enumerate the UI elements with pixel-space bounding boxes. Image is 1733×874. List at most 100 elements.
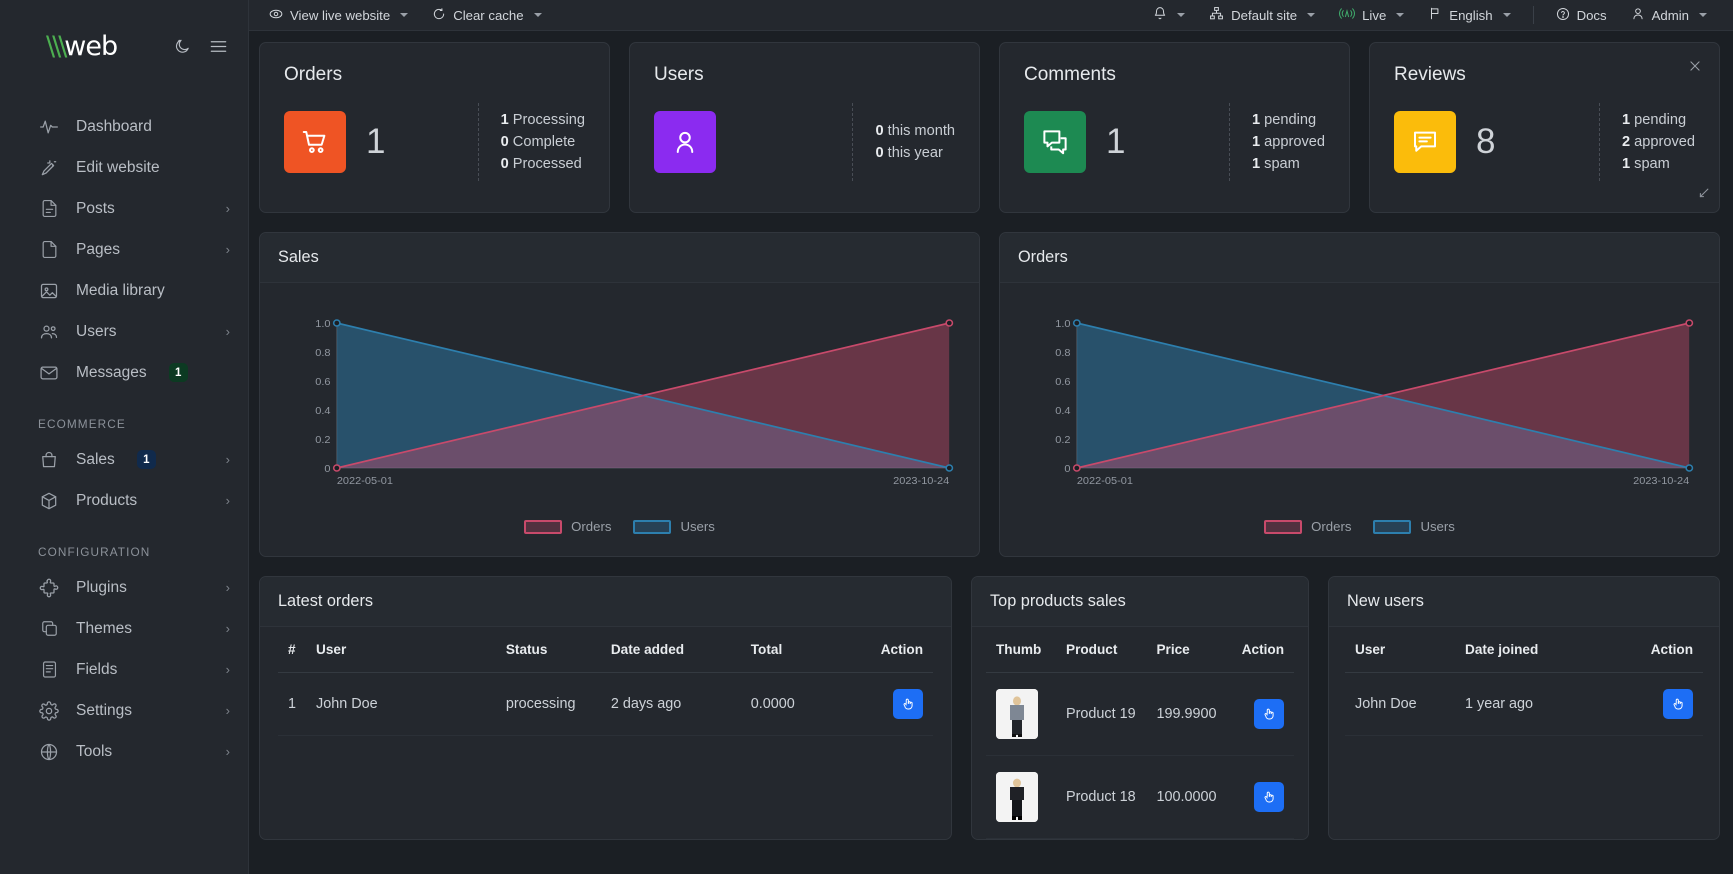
sales-badge: 1 bbox=[136, 450, 156, 469]
stat-card-users[interactable]: Users 0 this month 0 this year bbox=[629, 42, 980, 213]
globe-icon bbox=[38, 741, 60, 763]
col-action: Action bbox=[870, 627, 933, 673]
legend-item-orders[interactable]: Orders bbox=[524, 519, 611, 534]
chart-area-sales[interactable]: 1.0 0.8 0.6 0.4 0.2 0 2022-05-01 2023-10… bbox=[260, 283, 979, 556]
sidebar-item-label: Fields bbox=[76, 660, 118, 678]
table-row[interactable]: Product 18 100.0000 bbox=[986, 755, 1294, 839]
cell-action bbox=[870, 672, 933, 736]
col-num: # bbox=[278, 627, 307, 673]
topbar-label: Admin bbox=[1651, 7, 1689, 23]
close-icon[interactable] bbox=[1688, 59, 1702, 76]
live-status-button[interactable]: Live bbox=[1327, 0, 1416, 31]
app-root: \\\ web Dashboard Edit website Posts › P… bbox=[0, 0, 1733, 874]
view-live-website-button[interactable]: View live website bbox=[257, 0, 420, 31]
user-avatar-icon bbox=[654, 111, 716, 173]
pointer-icon bbox=[1264, 791, 1274, 803]
chevron-right-icon: › bbox=[225, 580, 230, 595]
file-text-icon bbox=[38, 198, 60, 220]
chart-area-orders[interactable]: 1.0 0.8 0.6 0.4 0.2 0 2022-05-01 2023-10… bbox=[1000, 283, 1719, 556]
dark-mode-icon[interactable] bbox=[174, 38, 191, 55]
row-action-button[interactable] bbox=[1254, 782, 1284, 812]
layers-icon bbox=[38, 618, 60, 640]
docs-link[interactable]: Docs bbox=[1544, 0, 1619, 31]
site-selector[interactable]: Default site bbox=[1197, 0, 1327, 31]
legend-item-users[interactable]: Users bbox=[1373, 519, 1455, 534]
sidebar-item-sales[interactable]: Sales 1 › bbox=[0, 439, 248, 480]
legend-item-users[interactable]: Users bbox=[633, 519, 715, 534]
table-row[interactable]: 1 John Doe processing 2 days ago 0.0000 bbox=[278, 672, 933, 736]
svg-text:0: 0 bbox=[1064, 463, 1070, 475]
sidebar-item-edit-website[interactable]: Edit website bbox=[0, 147, 248, 188]
chevron-down-icon bbox=[1307, 13, 1316, 17]
sidebar-item-plugins[interactable]: Plugins › bbox=[0, 567, 248, 608]
sidebar-item-products[interactable]: Products › bbox=[0, 480, 248, 521]
clear-cache-button[interactable]: Clear cache bbox=[420, 0, 553, 31]
stat-label: Processed bbox=[512, 156, 582, 173]
sidebar-item-fields[interactable]: Fields › bbox=[0, 649, 248, 690]
stat-cards-row: Orders 1 1 Processing 0 Complete 0 Proce… bbox=[259, 42, 1720, 213]
row-action-button[interactable] bbox=[1254, 699, 1284, 729]
sidebar-item-themes[interactable]: Themes › bbox=[0, 608, 248, 649]
product-thumbnail[interactable] bbox=[996, 689, 1038, 739]
sidebar-item-media-library[interactable]: Media library bbox=[0, 270, 248, 311]
row-action-button[interactable] bbox=[893, 689, 923, 719]
orders-chart-svg: 1.0 0.8 0.6 0.4 0.2 0 2022-05-01 2023-10… bbox=[1055, 318, 1694, 487]
sidebar-item-messages[interactable]: Messages 1 bbox=[0, 352, 248, 393]
latest-orders-table-wrap: # User Status Date added Total Action 1 bbox=[260, 627, 951, 839]
product-photo-icon bbox=[996, 772, 1038, 822]
col-action: Action bbox=[1595, 627, 1703, 673]
sidebar-item-pages[interactable]: Pages › bbox=[0, 229, 248, 270]
cell-user: John Doe bbox=[306, 672, 496, 736]
stat-label: this year bbox=[887, 145, 943, 161]
svg-text:0.6: 0.6 bbox=[315, 376, 330, 388]
admin-menu[interactable]: Admin bbox=[1619, 0, 1719, 31]
legend-swatch-users bbox=[1373, 519, 1412, 534]
stat-card-comments[interactable]: Comments 1 1 pending 1 approved 1 spam bbox=[999, 42, 1350, 213]
col-status: Status bbox=[495, 627, 601, 673]
language-selector[interactable]: English bbox=[1416, 0, 1522, 31]
bell-icon bbox=[1153, 6, 1167, 24]
hamburger-menu-icon[interactable] bbox=[209, 37, 228, 56]
table-row[interactable]: John Doe 1 year ago bbox=[1345, 672, 1703, 736]
product-thumbnail[interactable] bbox=[996, 772, 1038, 822]
topbar: View live website Clear cache Default si… bbox=[249, 0, 1733, 31]
card-title: Users bbox=[654, 64, 704, 85]
resize-handle-icon[interactable] bbox=[1696, 186, 1711, 206]
pointer-icon bbox=[1673, 698, 1683, 710]
app-logo[interactable]: \\\ web bbox=[46, 31, 118, 62]
chevron-down-icon bbox=[1502, 13, 1511, 17]
sidebar-item-dashboard[interactable]: Dashboard bbox=[0, 106, 248, 147]
sidebar-item-tools[interactable]: Tools › bbox=[0, 731, 248, 772]
cell-thumb bbox=[986, 672, 1056, 756]
cell-date: 2 days ago bbox=[600, 672, 741, 736]
chart-legend-orders: Orders Users bbox=[1014, 513, 1705, 552]
chevron-down-icon bbox=[1177, 13, 1186, 17]
notifications-button[interactable] bbox=[1141, 0, 1197, 31]
row-action-button[interactable] bbox=[1663, 689, 1693, 719]
stat-value: 1 bbox=[1251, 111, 1261, 128]
cell-joined: 1 year ago bbox=[1455, 672, 1595, 736]
chevron-right-icon: › bbox=[225, 493, 230, 508]
svg-text:0.8: 0.8 bbox=[315, 347, 330, 359]
cell-total: 0.0000 bbox=[740, 672, 871, 736]
box-icon bbox=[38, 490, 60, 512]
sidebar-item-users[interactable]: Users › bbox=[0, 311, 248, 352]
stat-card-reviews[interactable]: Reviews 8 1 pending 2 approved 1 spam bbox=[1369, 42, 1720, 213]
sidebar-item-label: Themes bbox=[76, 619, 132, 637]
chevron-right-icon: › bbox=[225, 201, 230, 216]
legend-label: Users bbox=[1420, 519, 1455, 534]
table-header-row: Thumb Product Price Action bbox=[986, 627, 1294, 673]
sidebar-item-label: Media library bbox=[76, 281, 165, 299]
dashboard-content[interactable]: Orders 1 1 Processing 0 Complete 0 Proce… bbox=[249, 31, 1733, 874]
col-action: Action bbox=[1231, 627, 1294, 673]
sidebar-group-ecommerce: ECOMMERCE bbox=[38, 417, 126, 431]
svg-text:0.4: 0.4 bbox=[1055, 405, 1070, 417]
legend-item-orders[interactable]: Orders bbox=[1264, 519, 1351, 534]
svg-text:0: 0 bbox=[324, 463, 330, 475]
table-row[interactable]: Product 19 199.9900 bbox=[986, 672, 1294, 756]
sidebar-item-settings[interactable]: Settings › bbox=[0, 690, 248, 731]
stat-value: 1 bbox=[1621, 111, 1631, 128]
mail-icon bbox=[38, 362, 60, 384]
sidebar-item-posts[interactable]: Posts › bbox=[0, 188, 248, 229]
stat-card-orders[interactable]: Orders 1 1 Processing 0 Complete 0 Proce… bbox=[259, 42, 610, 213]
